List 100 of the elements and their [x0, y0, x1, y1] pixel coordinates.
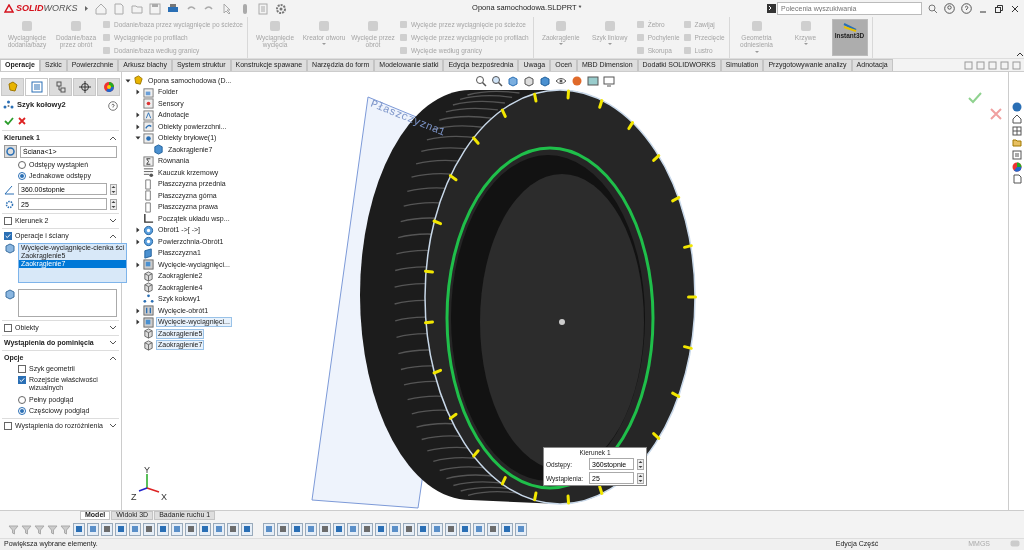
spinner-arrows-icon[interactable] — [637, 472, 644, 484]
globe-icon[interactable] — [1011, 102, 1022, 112]
help-icon[interactable] — [108, 100, 118, 111]
toolbar-tool-icon[interactable] — [101, 522, 113, 536]
scene-icon[interactable] — [587, 75, 599, 87]
cube-icon[interactable] — [539, 75, 551, 87]
toolbar-tool-icon[interactable] — [305, 522, 317, 536]
collapsed-arrow-icon[interactable] — [135, 261, 141, 268]
collapsed-arrow-icon[interactable] — [135, 307, 141, 314]
funnel-icon[interactable] — [8, 523, 19, 535]
toolbar-tool-icon[interactable] — [375, 522, 387, 536]
toolbar-tool-icon[interactable] — [73, 522, 85, 536]
toolbar-tool-icon[interactable] — [129, 522, 141, 536]
ok-check-icon[interactable] — [4, 116, 14, 126]
toolbar-tool-icon[interactable] — [361, 522, 373, 536]
eye-icon[interactable] — [555, 75, 567, 87]
grid-icon[interactable] — [1011, 126, 1022, 136]
collapsed-arrow-icon[interactable] — [135, 319, 141, 326]
body-list[interactable] — [18, 289, 117, 318]
radio-button[interactable] — [18, 172, 26, 181]
funnel-icon[interactable] — [34, 523, 45, 535]
toolbar-tool-icon[interactable] — [87, 522, 99, 536]
toolbar-tool-icon[interactable] — [185, 522, 197, 536]
chevron-down-icon[interactable] — [109, 218, 117, 225]
toolbar-tool-icon[interactable] — [115, 522, 127, 536]
help-icon[interactable] — [961, 3, 972, 14]
ok-check-icon[interactable] — [968, 92, 982, 104]
magnifier-icon[interactable] — [491, 75, 503, 87]
chevron-down-icon[interactable] — [109, 340, 117, 347]
save-icon[interactable] — [148, 2, 161, 15]
toolbar-tool-icon[interactable] — [199, 522, 211, 536]
toolbar-tool-icon[interactable] — [263, 522, 275, 536]
checkbox[interactable] — [4, 421, 12, 430]
search-icon[interactable] — [928, 3, 938, 14]
user-icon[interactable] — [944, 3, 955, 14]
spinner-arrows-icon[interactable] — [110, 198, 117, 210]
chevron-up-icon[interactable] — [109, 135, 117, 141]
chevron-down-icon[interactable] — [109, 325, 117, 332]
toolbar-tool-icon[interactable] — [319, 522, 331, 536]
panel-tab[interactable] — [73, 78, 96, 96]
panel-tab[interactable] — [97, 78, 120, 96]
home-icon[interactable] — [1011, 114, 1022, 124]
document-icon[interactable] — [1011, 174, 1022, 184]
toolbar-tool-icon[interactable] — [213, 522, 225, 536]
funnel-icon[interactable] — [21, 523, 32, 535]
collapsed-arrow-icon[interactable] — [135, 123, 141, 130]
toolbar-tool-icon[interactable] — [291, 522, 303, 536]
restore-icon[interactable] — [994, 3, 1004, 14]
toolbar-tool-icon[interactable] — [403, 522, 415, 536]
collapsed-arrow-icon[interactable] — [135, 227, 141, 234]
panel-tab[interactable] — [49, 78, 72, 96]
checkbox[interactable] — [4, 324, 12, 333]
color-wheel-icon[interactable] — [1011, 162, 1022, 172]
cancel-x-icon[interactable] — [990, 108, 1002, 120]
chevron-up-icon[interactable] — [109, 355, 117, 362]
expand-arrow-icon[interactable] — [83, 5, 89, 12]
toolbar-tool-icon[interactable] — [501, 522, 513, 536]
chevron-up-icon[interactable] — [109, 233, 117, 240]
checkbox[interactable] — [4, 232, 12, 241]
toolbar-tool-icon[interactable] — [389, 522, 401, 536]
toolbar-tool-icon[interactable] — [171, 522, 183, 536]
chevron-down-icon[interactable] — [109, 422, 117, 429]
close-icon[interactable] — [1010, 3, 1020, 14]
toolbar-tool-icon[interactable] — [417, 522, 429, 536]
radio-button[interactable] — [18, 406, 26, 415]
collapsed-arrow-icon[interactable] — [135, 238, 141, 245]
list-icon[interactable] — [1011, 150, 1022, 160]
folder-icon[interactable] — [1011, 138, 1022, 148]
toolbar-tool-icon[interactable] — [473, 522, 485, 536]
expanded-arrow-icon[interactable] — [135, 135, 141, 142]
spinner-arrows-icon[interactable] — [110, 183, 117, 195]
cancel-x-icon[interactable] — [17, 116, 27, 126]
toolbar-tool-icon[interactable] — [347, 522, 359, 536]
monitor-icon[interactable] — [603, 75, 615, 87]
collapsed-arrow-icon[interactable] — [135, 89, 141, 96]
cube-icon[interactable] — [523, 75, 535, 87]
toolbar-tool-icon[interactable] — [431, 522, 443, 536]
settings-icon[interactable] — [274, 2, 287, 15]
toolbar-tool-icon[interactable] — [487, 522, 499, 536]
panel-tab[interactable] — [1, 78, 24, 96]
checkbox[interactable] — [18, 376, 26, 385]
radio-button[interactable] — [18, 395, 26, 404]
print-icon[interactable] — [166, 2, 179, 15]
checkbox[interactable] — [4, 217, 12, 226]
magnifier-icon[interactable] — [475, 75, 487, 87]
checkbox[interactable] — [18, 365, 26, 374]
toolbar-tool-icon[interactable] — [459, 522, 471, 536]
expanded-arrow-icon[interactable] — [125, 77, 131, 84]
toolbar-tool-icon[interactable] — [227, 522, 239, 536]
toolbar-tool-icon[interactable] — [333, 522, 345, 536]
toolbar-tool-icon[interactable] — [515, 522, 527, 536]
collapsed-arrow-icon[interactable] — [135, 112, 141, 119]
collapse-ribbon-icon[interactable] — [1016, 50, 1024, 58]
direction-icon[interactable] — [4, 145, 17, 159]
toolbar-tool-icon[interactable] — [143, 522, 155, 536]
spinner-arrows-icon[interactable] — [637, 458, 644, 470]
toolbar-tool-icon[interactable] — [277, 522, 289, 536]
sphere-icon[interactable] — [571, 75, 583, 87]
toolbar-tool-icon[interactable] — [445, 522, 457, 536]
radio-button[interactable] — [18, 161, 26, 170]
